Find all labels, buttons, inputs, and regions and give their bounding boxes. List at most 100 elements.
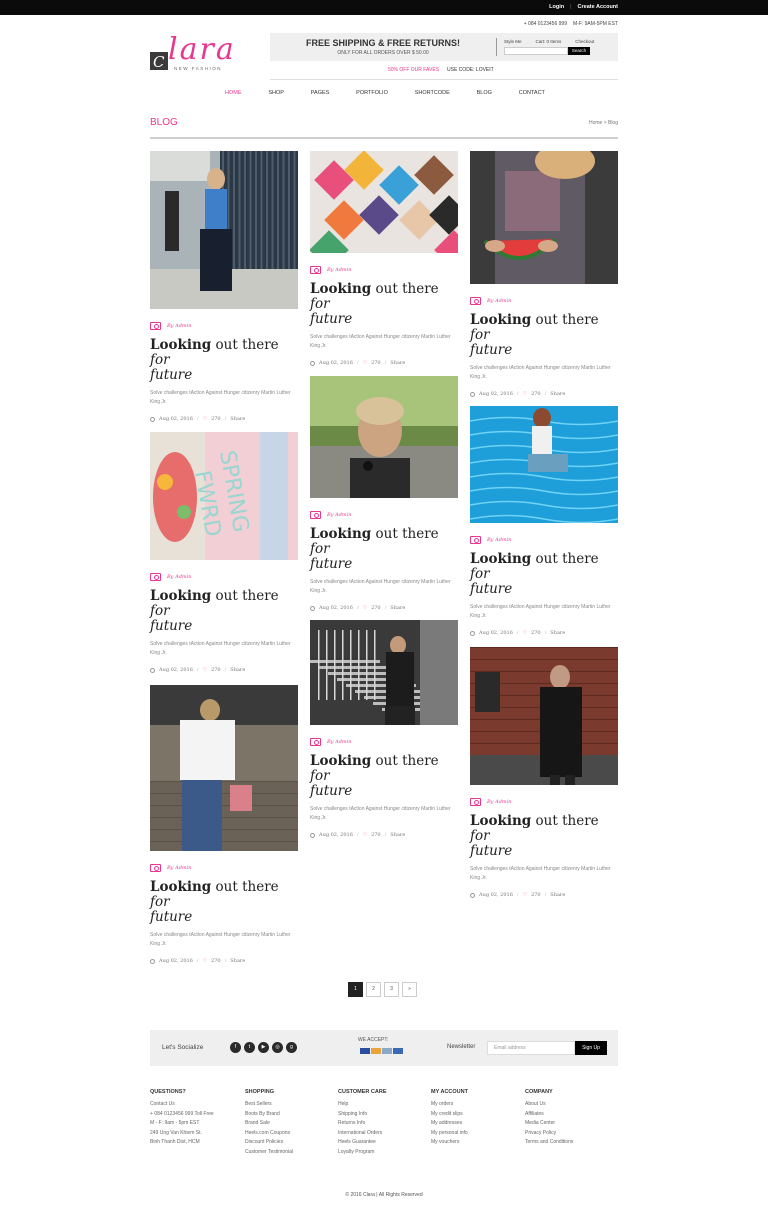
- share-link[interactable]: Share: [550, 892, 565, 898]
- heart-icon[interactable]: ♡: [363, 360, 367, 366]
- share-link[interactable]: Share: [230, 667, 245, 673]
- footer-link[interactable]: + 084 0123456 999 Toll Free: [150, 1110, 214, 1120]
- post-author[interactable]: By Admin: [167, 865, 191, 871]
- footer-link[interactable]: Contact Us: [150, 1100, 214, 1110]
- post-image[interactable]: [310, 620, 458, 725]
- page-1-button[interactable]: 1: [348, 982, 363, 997]
- share-link[interactable]: Share: [390, 832, 405, 838]
- footer-link[interactable]: My vouchers: [431, 1138, 468, 1148]
- share-link[interactable]: Share: [550, 391, 565, 397]
- post-image[interactable]: [150, 151, 298, 309]
- footer-link[interactable]: About Us: [525, 1100, 573, 1110]
- offer-deal[interactable]: 50% OFF OUR FAVES: [388, 67, 439, 73]
- footer-link[interactable]: My orders: [431, 1100, 468, 1110]
- post-author[interactable]: By Admin: [327, 267, 351, 273]
- post-author[interactable]: By Admin: [487, 298, 511, 304]
- footer-link[interactable]: International Orders: [338, 1129, 387, 1139]
- post-title[interactable]: Looking out there for future: [310, 282, 458, 327]
- footer-link[interactable]: Media Center: [525, 1119, 573, 1129]
- footer-link[interactable]: Brand Sale: [245, 1119, 293, 1129]
- post-image[interactable]: [309, 150, 474, 270]
- post-title[interactable]: Looking out there for future: [470, 313, 618, 358]
- footer-link[interactable]: Discount Policies: [245, 1138, 293, 1148]
- footer-link[interactable]: Help: [338, 1100, 387, 1110]
- footer-link[interactable]: Heels.com Coupons: [245, 1129, 293, 1139]
- page-2-button[interactable]: 2: [366, 982, 381, 997]
- login-link[interactable]: Login: [549, 4, 564, 10]
- search-button[interactable]: Search: [568, 47, 590, 55]
- post-image[interactable]: [470, 647, 618, 785]
- heart-icon[interactable]: ♡: [523, 892, 527, 898]
- nav-item-home[interactable]: HOME: [225, 90, 242, 96]
- footer-link[interactable]: Terms and Conditions: [525, 1138, 573, 1148]
- post-author[interactable]: By Admin: [327, 512, 351, 518]
- twitter-icon[interactable]: t: [244, 1042, 255, 1053]
- footer-link[interactable]: Returns Info: [338, 1119, 387, 1129]
- post-title[interactable]: Looking out there for future: [150, 338, 298, 383]
- cart-link[interactable]: Cart: 0 Items: [536, 39, 562, 44]
- post-title[interactable]: Looking out there for future: [470, 552, 618, 597]
- nav-item-portfolio[interactable]: PORTFOLIO: [356, 90, 388, 96]
- post-title[interactable]: Looking out there for future: [310, 527, 458, 572]
- footer-link[interactable]: Customer Testimonial: [245, 1148, 293, 1158]
- post-image[interactable]: SPRING FWRD: [150, 432, 298, 560]
- checkout-link[interactable]: Checkout: [575, 39, 594, 44]
- heart-icon[interactable]: ♡: [363, 605, 367, 611]
- footer-link[interactable]: Boots By Brand: [245, 1110, 293, 1120]
- post-title[interactable]: Looking out there for future: [150, 589, 298, 634]
- search-input[interactable]: [504, 47, 568, 55]
- post-author[interactable]: By Admin: [487, 537, 511, 543]
- page-3-button[interactable]: 3: [384, 982, 399, 997]
- nav-item-pages[interactable]: PAGES: [311, 90, 330, 96]
- youtube-icon[interactable]: ▶: [258, 1042, 269, 1053]
- breadcrumb[interactable]: Home > Blog: [589, 120, 618, 126]
- instagram-icon[interactable]: ◎: [272, 1042, 283, 1053]
- nav-item-contact[interactable]: CONTACT: [519, 90, 545, 96]
- footer-link[interactable]: M - F: 9am - 5pm EST: [150, 1119, 214, 1129]
- footer-link[interactable]: Privacy Policy: [525, 1129, 573, 1139]
- google-plus-icon[interactable]: g: [286, 1042, 297, 1053]
- next-page-button[interactable]: »: [402, 982, 417, 997]
- footer-link[interactable]: My addresses: [431, 1119, 468, 1129]
- heart-icon[interactable]: ♡: [203, 416, 207, 422]
- post-author[interactable]: By Admin: [327, 739, 351, 745]
- sign-up-button[interactable]: Sign Up: [575, 1041, 607, 1055]
- site-logo[interactable]: C lara NEW FASHION: [150, 30, 250, 74]
- share-link[interactable]: Share: [230, 416, 245, 422]
- post-author[interactable]: By Admin: [487, 799, 511, 805]
- footer-link[interactable]: Binh Thanh Dist, HCM: [150, 1138, 214, 1148]
- footer-link[interactable]: My credit slips: [431, 1110, 468, 1120]
- share-link[interactable]: Share: [390, 605, 405, 611]
- facebook-icon[interactable]: f: [230, 1042, 241, 1053]
- post-author[interactable]: By Admin: [167, 574, 191, 580]
- share-link[interactable]: Share: [390, 360, 405, 366]
- share-link[interactable]: Share: [550, 630, 565, 636]
- footer-link[interactable]: 249 Ung Van Khiem St.: [150, 1129, 214, 1139]
- footer-link[interactable]: Best Sellers: [245, 1100, 293, 1110]
- footer-link[interactable]: Affiliates: [525, 1110, 573, 1120]
- heart-icon[interactable]: ♡: [523, 391, 527, 397]
- heart-icon[interactable]: ♡: [203, 958, 207, 964]
- footer-link[interactable]: Loyalty Program: [338, 1148, 387, 1158]
- nav-item-shop[interactable]: SHOP: [268, 90, 284, 96]
- post-title[interactable]: Looking out there for future: [470, 814, 618, 859]
- post-image[interactable]: [310, 376, 458, 498]
- post-title[interactable]: Looking out there for future: [150, 880, 298, 925]
- heart-icon[interactable]: ♡: [523, 630, 527, 636]
- create-account-link[interactable]: Create Account: [578, 4, 618, 10]
- footer-link[interactable]: Heels Guarantee: [338, 1138, 387, 1148]
- heart-icon[interactable]: ♡: [203, 667, 207, 673]
- post-image[interactable]: [469, 406, 619, 524]
- style-me-link[interactable]: Style Me: [504, 39, 522, 44]
- nav-item-shortcode[interactable]: SHORTCODE: [415, 90, 450, 96]
- newsletter-email-input[interactable]: Email address: [487, 1041, 575, 1055]
- post-author[interactable]: By Admin: [167, 323, 191, 329]
- post-image[interactable]: [470, 143, 618, 284]
- nav-item-blog[interactable]: BLOG: [477, 90, 492, 96]
- post-title[interactable]: Looking out there for future: [310, 754, 458, 799]
- post-image[interactable]: [150, 685, 298, 851]
- footer-link[interactable]: Shipping Info: [338, 1110, 387, 1120]
- heart-icon[interactable]: ♡: [363, 832, 367, 838]
- footer-link[interactable]: My personal info: [431, 1129, 468, 1139]
- share-link[interactable]: Share: [230, 958, 245, 964]
